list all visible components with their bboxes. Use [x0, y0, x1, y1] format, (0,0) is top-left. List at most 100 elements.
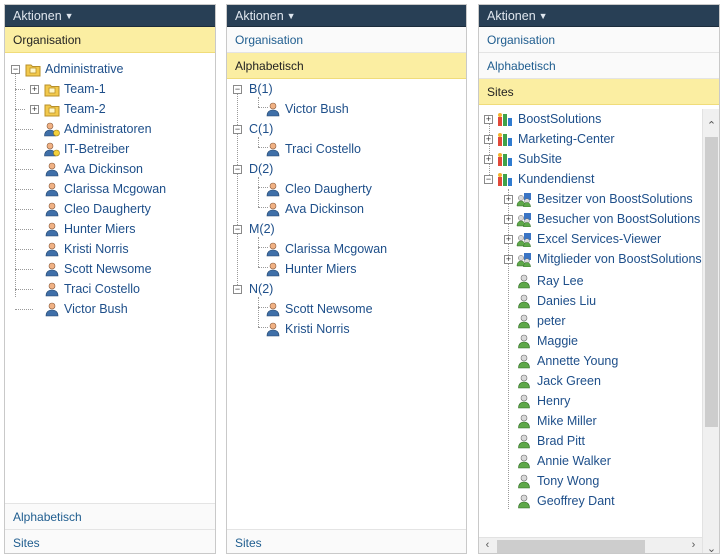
tree-node-user[interactable]: Danies Liu — [479, 291, 702, 311]
actions-menu[interactable]: Aktionen ▼ — [227, 5, 466, 27]
letter-group[interactable]: − D(2) — [227, 159, 457, 179]
tree-node-site[interactable]: − Kundendienst — [479, 169, 702, 189]
tree-node-person[interactable]: Traci Costello — [5, 279, 205, 299]
expand-icon[interactable]: + — [504, 195, 513, 204]
scroll-right-icon[interactable]: › — [685, 539, 702, 551]
letter-group[interactable]: − B(1) — [227, 79, 457, 99]
tree-node-user[interactable]: Jack Green — [479, 371, 702, 391]
tree-node-person[interactable]: Kristi Norris — [5, 239, 205, 259]
actions-menu[interactable]: Aktionen ▼ — [479, 5, 719, 27]
list-item[interactable]: Ava Dickinson — [227, 199, 457, 219]
tab-sites[interactable]: Sites — [227, 529, 466, 553]
role-person-icon — [44, 142, 60, 157]
group-icon — [516, 192, 532, 207]
scroll-up-icon[interactable]: ⌃ — [703, 119, 719, 132]
user-icon — [516, 274, 532, 289]
scroll-left-icon[interactable]: ‹ — [479, 539, 496, 551]
tree-node-person[interactable]: Clarissa Mcgowan — [5, 179, 205, 199]
collapse-icon[interactable]: − — [11, 65, 20, 74]
tree-node-team[interactable]: + Team-2 — [5, 99, 205, 119]
expand-icon[interactable]: + — [504, 235, 513, 244]
expand-icon[interactable]: + — [484, 115, 493, 124]
scroll-down-icon[interactable]: ⌄ — [703, 542, 719, 553]
tree-node-person[interactable]: Ava Dickinson — [5, 159, 205, 179]
tree-node-person[interactable]: Cleo Daugherty — [5, 199, 205, 219]
list-item[interactable]: Traci Costello — [227, 139, 457, 159]
member-label: Clarissa Mcgowan — [285, 242, 388, 256]
tree-label: SubSite — [518, 152, 562, 166]
tree-node-user[interactable]: Maggie — [479, 331, 702, 351]
expand-icon[interactable]: + — [30, 85, 39, 94]
tree-node-user[interactable]: Mike Miller — [479, 411, 702, 431]
tree-label: peter — [537, 314, 566, 328]
user-icon — [516, 314, 532, 329]
collapse-icon[interactable]: − — [233, 285, 242, 294]
list-item[interactable]: Scott Newsome — [227, 299, 457, 319]
collapse-icon[interactable]: − — [233, 225, 242, 234]
list-item[interactable]: Cleo Daugherty — [227, 179, 457, 199]
tab-organisation[interactable]: Organisation — [227, 27, 466, 53]
collapse-icon[interactable]: − — [484, 175, 493, 184]
tree-node-user[interactable]: Brad Pitt — [479, 431, 702, 451]
tab-alphabetisch[interactable]: Alphabetisch — [227, 53, 466, 79]
tab-sites[interactable]: Sites — [5, 529, 215, 553]
tree-label: Team-1 — [64, 82, 106, 96]
tree-node-group[interactable]: + Excel Services-Viewer — [479, 229, 702, 249]
list-item[interactable]: Clarissa Mcgowan — [227, 239, 457, 259]
expand-icon[interactable]: + — [30, 105, 39, 114]
tree-node-group[interactable]: + Mitglieder von BoostSolutions — [479, 249, 702, 269]
tree-node-team[interactable]: + Team-1 — [5, 79, 205, 99]
tree-node-user[interactable]: Annie Walker — [479, 451, 702, 471]
tree-node-user[interactable]: Ray Lee — [479, 271, 702, 291]
collapse-icon[interactable]: − — [233, 165, 242, 174]
tree-node-user[interactable]: peter — [479, 311, 702, 331]
tree-node-site[interactable]: + Marketing-Center — [479, 129, 702, 149]
tab-organisation[interactable]: Organisation — [5, 27, 215, 53]
person-icon — [265, 102, 281, 117]
tree-node-group[interactable]: + Besucher von BoostSolutions — [479, 209, 702, 229]
alpha-tree: − B(1) Victor Bush − C(1) Traci Costello… — [227, 79, 466, 499]
tree-node-user[interactable]: Tony Wong — [479, 471, 702, 491]
person-icon — [44, 222, 60, 237]
tree-node-person[interactable]: Hunter Miers — [5, 219, 205, 239]
tree-node-role[interactable]: Administratoren — [5, 119, 205, 139]
letter-group[interactable]: − M(2) — [227, 219, 457, 239]
tree-node-administrative[interactable]: − Administrative — [5, 59, 205, 79]
tree-node-role[interactable]: IT-Betreiber — [5, 139, 205, 159]
letter-group[interactable]: − C(1) — [227, 119, 457, 139]
tree-node-site[interactable]: + BoostSolutions — [479, 109, 702, 129]
tree-node-person[interactable]: Victor Bush — [5, 299, 205, 319]
actions-menu[interactable]: Aktionen ▼ — [5, 5, 215, 27]
group-label: B(1) — [249, 82, 273, 96]
collapse-icon[interactable]: − — [233, 85, 242, 94]
tree-node-user[interactable]: Henry — [479, 391, 702, 411]
horizontal-scroll-thumb[interactable] — [497, 540, 645, 553]
tab-organisation[interactable]: Organisation — [479, 27, 719, 53]
user-icon — [516, 354, 532, 369]
member-label: Traci Costello — [285, 142, 361, 156]
vertical-scroll-thumb[interactable] — [705, 137, 718, 427]
expand-icon[interactable]: + — [484, 155, 493, 164]
tab-alphabetisch[interactable]: Alphabetisch — [5, 503, 215, 529]
expand-icon[interactable]: + — [504, 255, 513, 264]
expand-icon[interactable]: + — [484, 135, 493, 144]
tab-alphabetisch[interactable]: Alphabetisch — [479, 53, 719, 79]
tree-node-user[interactable]: Annette Young — [479, 351, 702, 371]
vertical-scrollbar[interactable]: ⌃ ⌄ — [702, 109, 719, 553]
tree-node-group[interactable]: + Besitzer von BoostSolutions — [479, 189, 702, 209]
tree-label: Tony Wong — [537, 474, 600, 488]
list-item[interactable]: Hunter Miers — [227, 259, 457, 279]
tab-sites[interactable]: Sites — [479, 79, 719, 105]
tree-node-person[interactable]: Scott Newsome — [5, 259, 205, 279]
letter-group[interactable]: − N(2) — [227, 279, 457, 299]
horizontal-scrollbar[interactable]: ‹ › — [479, 537, 702, 553]
list-item[interactable]: Victor Bush — [227, 99, 457, 119]
site-icon — [497, 112, 513, 127]
list-item[interactable]: Kristi Norris — [227, 319, 457, 339]
folder-icon — [25, 62, 41, 77]
expand-icon[interactable]: + — [504, 215, 513, 224]
tree-node-site[interactable]: + SubSite — [479, 149, 702, 169]
collapse-icon[interactable]: − — [233, 125, 242, 134]
tree-node-user[interactable]: Geoffrey Dant — [479, 491, 702, 511]
tree-label: Ava Dickinson — [64, 162, 143, 176]
